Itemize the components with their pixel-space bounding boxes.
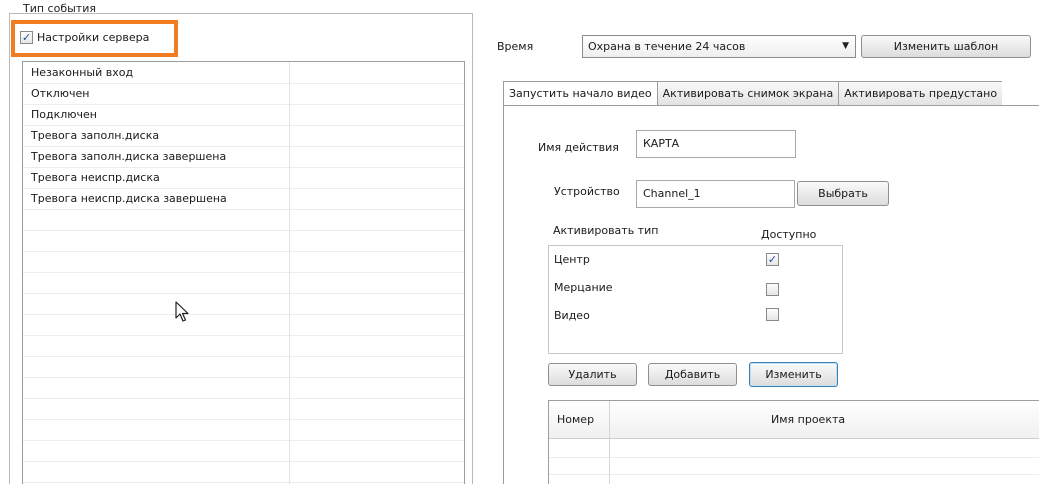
project-table[interactable]: Номер Имя проекта bbox=[548, 400, 1039, 484]
dropdown-arrow-icon[interactable]: ▼ bbox=[842, 36, 849, 57]
type-center-label: Центр bbox=[554, 253, 590, 266]
list-item[interactable]: Тревога неиспр.диска bbox=[31, 168, 160, 187]
list-item[interactable]: Отключен bbox=[31, 84, 89, 103]
checkbox-unchecked-icon[interactable] bbox=[766, 283, 779, 296]
list-item[interactable]: Незаконный вход bbox=[22, 63, 290, 82]
edit-button[interactable]: Изменить bbox=[749, 362, 838, 387]
delete-button[interactable]: Удалить bbox=[548, 363, 637, 386]
checkbox-checked-icon[interactable]: ✓ bbox=[766, 253, 779, 266]
action-name-field[interactable]: КАРТА bbox=[636, 130, 796, 158]
server-settings-checkbox[interactable]: ✓ Настройки сервера bbox=[20, 31, 149, 44]
tab-activate-preset[interactable]: Активировать предустано bbox=[838, 81, 1003, 106]
column-number[interactable]: Номер bbox=[557, 413, 594, 426]
device-label: Устройство bbox=[554, 185, 620, 198]
event-type-title: Тип события bbox=[23, 2, 96, 15]
column-project-name[interactable]: Имя проекта bbox=[771, 413, 845, 426]
add-button[interactable]: Добавить bbox=[648, 363, 737, 386]
type-video-label: Видео bbox=[554, 309, 590, 322]
device-field[interactable]: Channel_1 bbox=[636, 180, 795, 208]
checkbox-checked-icon[interactable]: ✓ bbox=[20, 31, 33, 44]
checkbox-unchecked-icon[interactable] bbox=[766, 308, 779, 321]
schedule-selected-value: Охрана в течение 24 часов bbox=[588, 40, 746, 53]
mouse-pointer-icon bbox=[175, 301, 189, 322]
select-device-button[interactable]: Выбрать bbox=[797, 181, 889, 206]
column-divider bbox=[609, 401, 610, 484]
tab-start-video[interactable]: Запустить начало видео bbox=[503, 81, 657, 106]
list-item[interactable]: Тревога заполн.диска bbox=[31, 126, 159, 145]
activate-type-label: Активировать тип bbox=[553, 224, 659, 237]
list-item[interactable]: Тревога заполн.диска завершена bbox=[31, 147, 226, 166]
available-label: Доступно bbox=[761, 228, 817, 241]
change-template-button[interactable]: Изменить шаблон bbox=[861, 35, 1031, 58]
server-settings-label: Настройки сервера bbox=[37, 31, 150, 44]
action-tabs: Запустить начало видео Активировать сним… bbox=[503, 81, 1039, 106]
type-flicker-label: Мерцание bbox=[554, 281, 613, 294]
tab-activate-snapshot[interactable]: Активировать снимок экрана bbox=[656, 81, 839, 106]
activate-type-list bbox=[548, 245, 843, 354]
event-list[interactable]: Незаконный вход Отключен Подключен Трево… bbox=[22, 61, 465, 484]
list-item[interactable]: Тревога неиспр.диска завершена bbox=[31, 189, 227, 208]
time-label: Время bbox=[497, 40, 534, 53]
action-name-label: Имя действия bbox=[538, 141, 619, 154]
table-header: Номер Имя проекта bbox=[549, 401, 1039, 439]
list-item[interactable]: Подключен bbox=[31, 105, 97, 124]
schedule-dropdown[interactable]: Охрана в течение 24 часов ▼ bbox=[582, 35, 856, 58]
